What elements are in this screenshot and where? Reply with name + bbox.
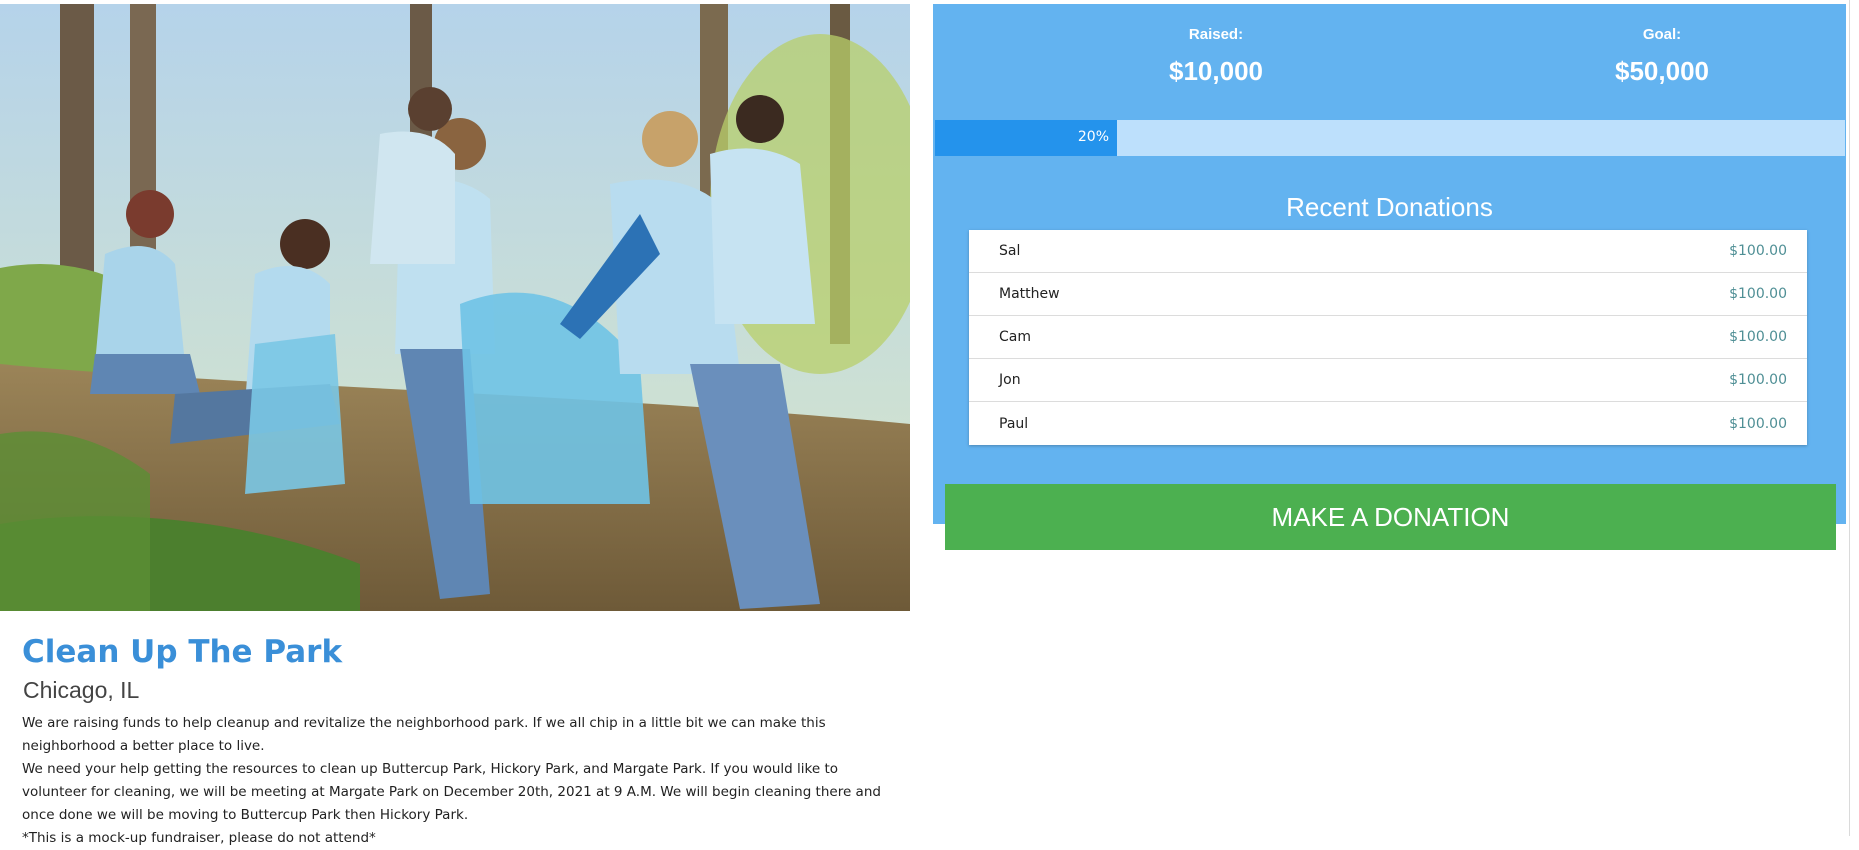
- raised-label: Raised:: [1188, 26, 1244, 43]
- donor-name: Paul: [999, 415, 1029, 432]
- donation-row: Jon $100.00: [969, 359, 1807, 402]
- donor-name: Matthew: [999, 286, 1060, 302]
- page-edge-divider: [1849, 0, 1850, 836]
- donation-row: Matthew $100.00: [969, 273, 1807, 316]
- donation-panel: Raised: $10,000 Goal: $50,000 20% Recent…: [933, 4, 1846, 524]
- campaign-title: Clean Up The Park: [22, 634, 343, 670]
- campaign-details: Clean Up The Park Chicago, IL We are rai…: [22, 630, 902, 850]
- donation-amount: $100.00: [1729, 329, 1787, 345]
- raised-stat: Raised: $10,000: [1066, 26, 1366, 86]
- raised-value: $10,000: [1169, 56, 1263, 86]
- progress-bar: 20%: [935, 120, 1845, 156]
- donation-amount: $100.00: [1729, 286, 1787, 302]
- recent-donations-heading: Recent Donations: [1286, 192, 1493, 222]
- donor-name: Jon: [999, 372, 1021, 388]
- campaign-description-2: We need your help getting the resources …: [22, 761, 881, 823]
- campaign-description-1: We are raising funds to help cleanup and…: [22, 715, 826, 754]
- donor-name: Cam: [999, 329, 1031, 345]
- hero-image: [0, 4, 910, 611]
- goal-value: $50,000: [1615, 56, 1709, 86]
- campaign-location: Chicago, IL: [23, 677, 140, 703]
- goal-label: Goal:: [1642, 26, 1682, 43]
- goal-stat: Goal: $50,000: [1512, 26, 1812, 86]
- recent-donations-list: Sal $100.00 Matthew $100.00 Cam $100.00 …: [969, 230, 1807, 445]
- make-donation-button[interactable]: MAKE A DONATION: [945, 484, 1836, 550]
- donation-amount: $100.00: [1729, 415, 1787, 432]
- progress-fill: 20%: [935, 120, 1117, 156]
- fundraising-stats: Raised: $10,000 Goal: $50,000: [933, 4, 1846, 119]
- campaign-disclaimer: *This is a mock-up fundraiser, please do…: [22, 830, 376, 846]
- donation-row: Sal $100.00: [969, 230, 1807, 273]
- donor-name: Sal: [999, 243, 1021, 259]
- donation-row: Paul $100.00: [969, 402, 1807, 445]
- donation-amount: $100.00: [1729, 243, 1787, 259]
- progress-percent: 20%: [1077, 129, 1109, 145]
- donation-amount: $100.00: [1729, 372, 1787, 388]
- donation-row: Cam $100.00: [969, 316, 1807, 359]
